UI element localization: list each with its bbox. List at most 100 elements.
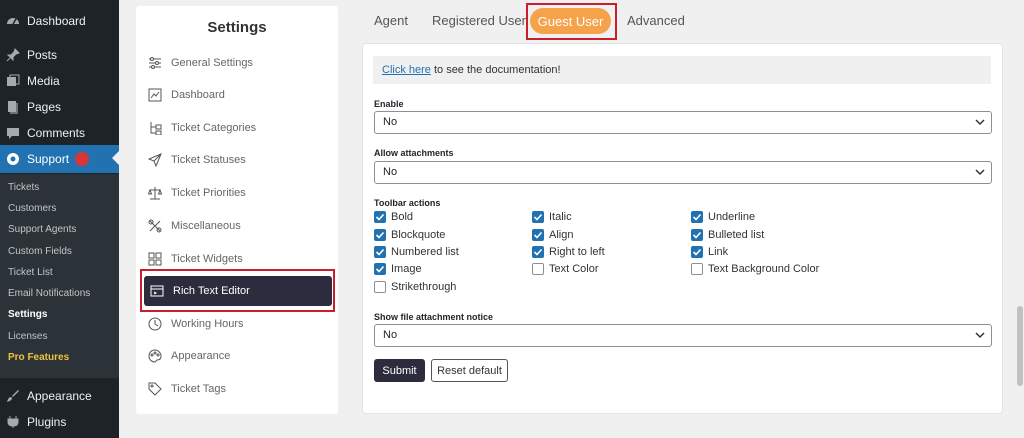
settings-item-label: Ticket Categories	[171, 122, 257, 134]
unchecked-checkbox-icon[interactable]	[374, 281, 386, 293]
settings-item-ticket-widgets[interactable]: Ticket Widgets	[148, 247, 334, 271]
wp-submenu-ticket-list[interactable]: Ticket List	[8, 266, 53, 280]
toolbar-checkbox-align[interactable]: Align	[532, 228, 573, 242]
wp-menu-comments[interactable]: Comments	[0, 120, 119, 146]
checked-checkbox-icon[interactable]	[374, 246, 386, 258]
wp-menu-support[interactable]: Support	[0, 145, 119, 173]
checked-checkbox-icon[interactable]	[374, 263, 386, 275]
checked-checkbox-icon[interactable]	[374, 211, 386, 223]
wp-menu-posts[interactable]: Posts	[0, 42, 119, 68]
submit-button[interactable]: Submit	[374, 359, 425, 382]
wp-submenu-customers[interactable]: Customers	[8, 202, 56, 216]
documentation-banner: Click here to see the documentation!	[373, 56, 991, 84]
checked-checkbox-icon[interactable]	[532, 211, 544, 223]
guest-user-highlight-box	[526, 3, 617, 40]
toolbar-checkbox-bulleted-list[interactable]: Bulleted list	[691, 228, 764, 242]
settings-item-ticket-priorities[interactable]: Ticket Priorities	[148, 181, 334, 205]
wp-submenu-tickets[interactable]: Tickets	[8, 181, 39, 195]
media-icon	[6, 74, 20, 88]
settings-item-label: Ticket Statuses	[171, 154, 246, 166]
settings-panel: Settings General Settings Dashboard Tick…	[136, 6, 338, 414]
settings-item-label: Ticket Priorities	[171, 187, 246, 199]
toolbar-checkbox-label: Link	[708, 246, 729, 258]
comment-icon	[6, 126, 20, 140]
settings-title: Settings	[207, 19, 267, 36]
wp-menu-plugins[interactable]: Plugins	[0, 409, 119, 435]
settings-item-general[interactable]: General Settings	[148, 51, 334, 75]
wp-menu-appearance[interactable]: Appearance	[0, 383, 119, 409]
page-scrollbar[interactable]	[1016, 0, 1024, 438]
wp-submenu-support-agents[interactable]: Support Agents	[8, 223, 76, 237]
toolbar-checkbox-italic[interactable]: Italic	[532, 210, 572, 224]
wp-submenu-settings[interactable]: Settings	[8, 308, 47, 322]
toolbar-checkbox-strikethrough[interactable]: Strikethrough	[374, 280, 456, 294]
allow-attachments-select[interactable]: No	[374, 161, 992, 184]
allow-attachments-value: No	[383, 166, 398, 178]
pages-icon	[6, 100, 20, 114]
dashboard-icon	[6, 14, 20, 28]
toolbar-checkbox-text-background-color[interactable]: Text Background Color	[691, 262, 819, 276]
toolbar-checkbox-label: Italic	[549, 211, 572, 223]
toolbar-checkbox-numbered-list[interactable]: Numbered list	[374, 245, 459, 259]
checked-checkbox-icon[interactable]	[691, 211, 703, 223]
toolbar-checkbox-blockquote[interactable]: Blockquote	[374, 228, 445, 242]
guest-user-settings-card: Click here to see the documentation! Ena…	[362, 43, 1003, 414]
tab-registered-user[interactable]: Registered User	[432, 13, 526, 28]
toolbar-checkbox-link[interactable]: Link	[691, 245, 728, 259]
wp-menu-label: Appearance	[27, 389, 92, 403]
settings-item-dashboard[interactable]: Dashboard	[148, 83, 334, 107]
wp-menu-label: Plugins	[27, 415, 67, 429]
wp-submenu-custom-fields[interactable]: Custom Fields	[8, 245, 72, 259]
toolbar-checkbox-label: Text Color	[549, 263, 599, 275]
allow-attachments-label: Allow attachments	[374, 148, 454, 158]
settings-item-ticket-categories[interactable]: Ticket Categories	[148, 116, 334, 140]
settings-item-working-hours[interactable]: Working Hours	[148, 312, 334, 336]
toolbar-checkbox-bold[interactable]: Bold	[374, 210, 413, 224]
chevron-down-icon	[975, 332, 985, 339]
wp-menu-pages[interactable]: Pages	[0, 94, 119, 120]
settings-item-ticket-tags[interactable]: Ticket Tags	[148, 377, 334, 401]
documentation-link[interactable]: Click here	[382, 64, 431, 76]
wp-menu-dashboard[interactable]: Dashboard	[0, 8, 119, 34]
pin-icon	[6, 48, 20, 62]
settings-item-label: Ticket Tags	[171, 383, 227, 395]
unchecked-checkbox-icon[interactable]	[532, 263, 544, 275]
toolbar-checkbox-label: Right to left	[549, 246, 605, 258]
settings-item-ticket-statuses[interactable]: Ticket Statuses	[148, 148, 334, 172]
wp-menu-label: Dashboard	[27, 14, 86, 28]
unchecked-checkbox-icon[interactable]	[691, 263, 703, 275]
tab-agent[interactable]: Agent	[374, 13, 408, 28]
sliders-icon	[148, 56, 162, 70]
notification-badge	[75, 152, 90, 166]
plug-icon	[6, 415, 20, 429]
toolbar-checkbox-text-color[interactable]: Text Color	[532, 262, 599, 276]
checked-checkbox-icon[interactable]	[374, 229, 386, 241]
tools-icon	[148, 219, 162, 233]
checked-checkbox-icon[interactable]	[532, 246, 544, 258]
settings-item-appearance[interactable]: Appearance	[148, 344, 334, 368]
enable-select[interactable]: No	[374, 111, 992, 134]
wp-submenu-pro-features[interactable]: Pro Features	[8, 351, 69, 365]
wp-menu-media[interactable]: Media	[0, 68, 119, 94]
file-notice-select[interactable]: No	[374, 324, 992, 347]
checked-checkbox-icon[interactable]	[691, 246, 703, 258]
wp-submenu-licenses[interactable]: Licenses	[8, 330, 47, 344]
checked-checkbox-icon[interactable]	[691, 229, 703, 241]
checked-checkbox-icon[interactable]	[532, 229, 544, 241]
toolbar-checkbox-underline[interactable]: Underline	[691, 210, 755, 224]
scrollbar-thumb[interactable]	[1017, 306, 1023, 386]
tag-icon	[148, 382, 162, 396]
toolbar-checkbox-right-to-left[interactable]: Right to left	[532, 245, 605, 259]
tab-advanced[interactable]: Advanced	[627, 13, 685, 28]
chevron-down-icon	[975, 119, 985, 126]
toolbar-checkbox-label: Blockquote	[391, 229, 446, 241]
wp-menu-label: Posts	[27, 48, 58, 62]
toolbar-checkbox-image[interactable]: Image	[374, 262, 422, 276]
settings-item-miscellaneous[interactable]: Miscellaneous	[148, 214, 334, 238]
reset-default-button[interactable]: Reset default	[431, 359, 508, 382]
enable-label: Enable	[374, 99, 404, 109]
documentation-text: to see the documentation!	[430, 64, 561, 76]
toolbar-checkbox-label: Image	[391, 263, 422, 275]
wp-menu-label: Comments	[27, 126, 86, 140]
wp-submenu-email-notifications[interactable]: Email Notifications	[8, 287, 90, 301]
